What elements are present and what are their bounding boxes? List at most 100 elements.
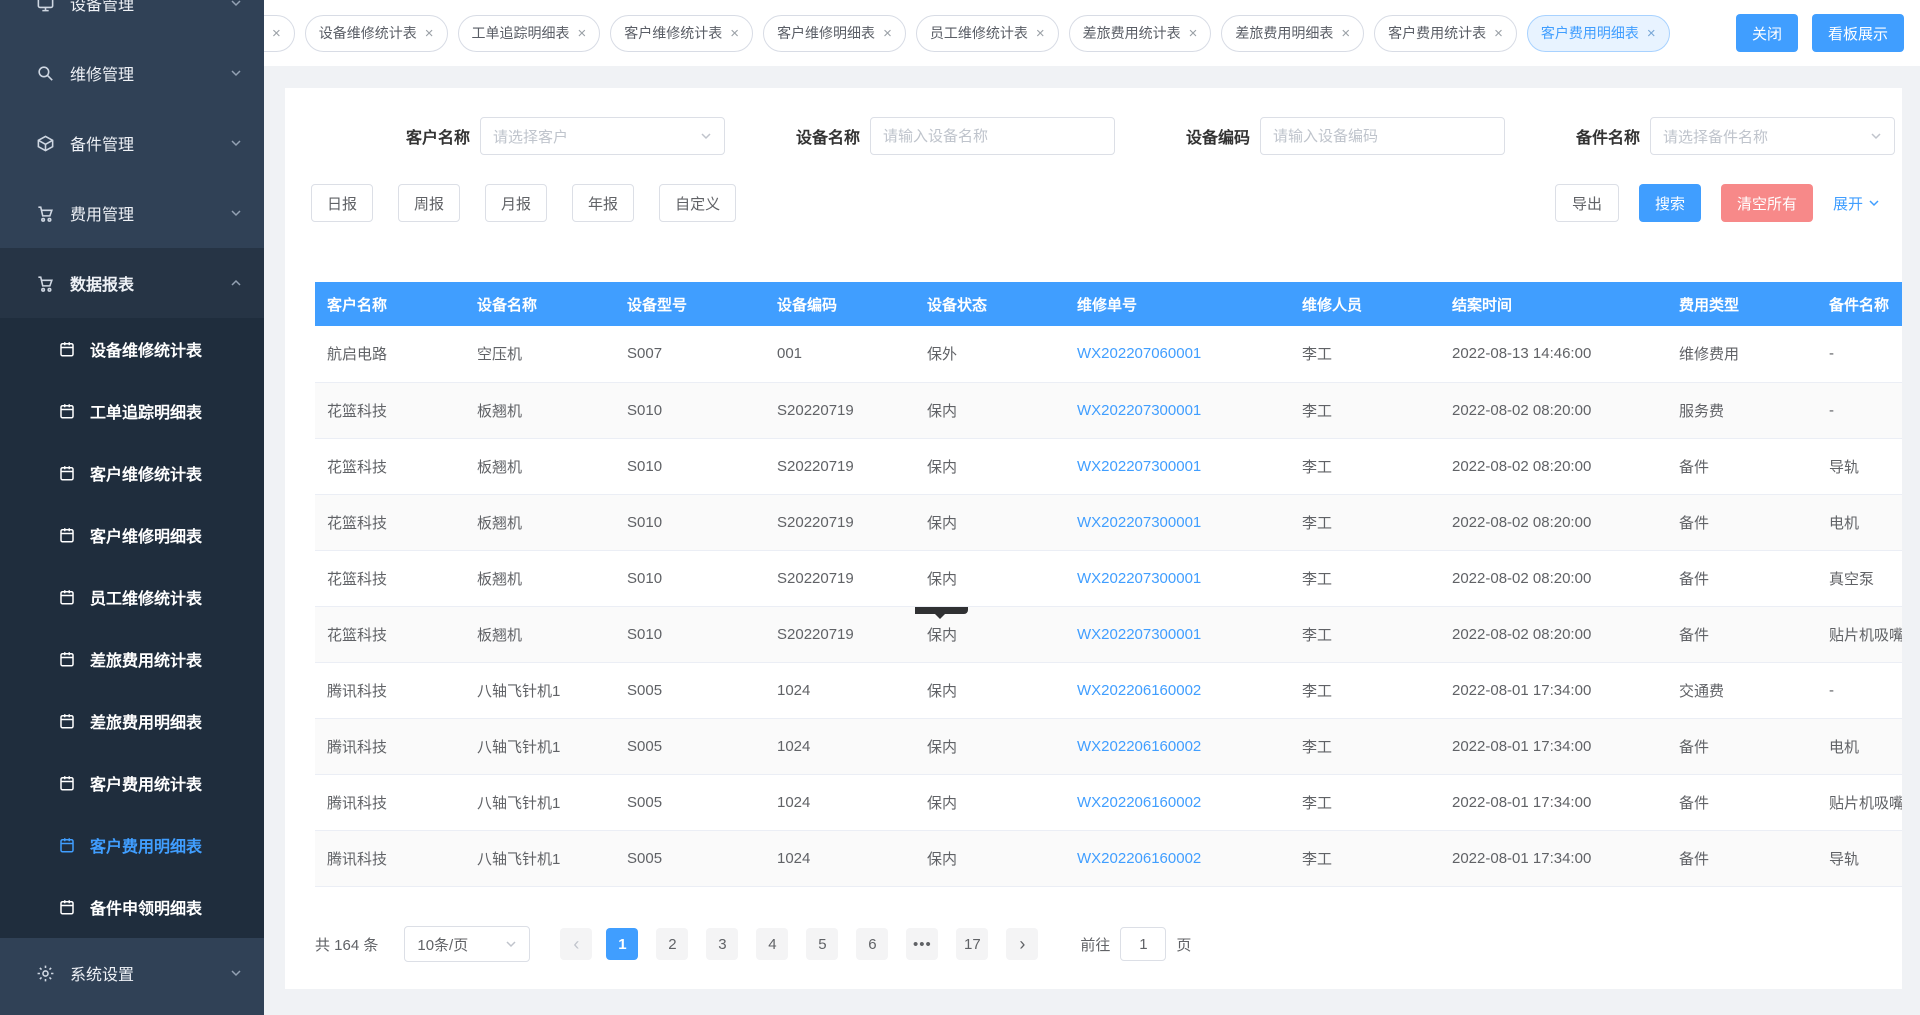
tab-label: 差旅费用统计表	[1083, 23, 1181, 43]
table-row: 腾讯科技八轴飞针机1S0051024保内WX202206160002李工2022…	[315, 774, 1902, 830]
page-button[interactable]: 5	[806, 928, 838, 960]
work-order-link[interactable]: WX202207060001	[1077, 345, 1201, 362]
work-order-link[interactable]: WX202207300001	[1077, 570, 1201, 587]
table-cell: 花篮科技	[315, 494, 465, 550]
work-order-link[interactable]: WX202207300001	[1077, 402, 1201, 419]
table-cell: WX202206160002	[1065, 774, 1290, 830]
sidebar-submenu-item[interactable]: 客户维修统计表	[0, 442, 264, 504]
goto-page-input[interactable]	[1120, 927, 1166, 961]
sidebar-item-settings[interactable]: 系统设置	[0, 938, 264, 1008]
sidebar-item-parts-mgmt[interactable]: 备件管理	[0, 108, 264, 178]
sidebar-item-label: 数据报表	[70, 271, 230, 295]
work-order-link[interactable]: WX202207300001	[1077, 626, 1201, 643]
board-display-button[interactable]: 看板展示	[1812, 14, 1904, 52]
part-name-select[interactable]: 请选择备件名称	[1650, 117, 1895, 155]
next-page-button[interactable]: ›	[1006, 928, 1038, 960]
page-button[interactable]: 1	[606, 928, 638, 960]
page-button[interactable]: 17	[956, 928, 988, 960]
period-button[interactable]: 月报	[485, 184, 547, 222]
page-button[interactable]: 3	[706, 928, 738, 960]
device-name-input[interactable]	[870, 117, 1115, 155]
tab[interactable]: 差旅费用明细表×	[1221, 15, 1364, 52]
period-button[interactable]: 周报	[398, 184, 460, 222]
work-order-link[interactable]: WX202206160002	[1077, 794, 1201, 811]
table-cell: WX202207300001	[1065, 550, 1290, 606]
more-pages-button[interactable]: •••	[906, 928, 938, 960]
export-button[interactable]: 导出	[1555, 184, 1619, 222]
column-header: 备件名称	[1817, 282, 1902, 326]
goto-label: 前往	[1080, 934, 1110, 955]
period-button[interactable]: 日报	[311, 184, 373, 222]
tab[interactable]: 工单追踪明细表×	[458, 15, 601, 52]
gear-icon	[34, 962, 56, 984]
calendar-icon	[58, 711, 78, 731]
chevron-up-icon	[230, 277, 242, 289]
tab-partial[interactable]: 用 ×	[264, 15, 295, 52]
close-icon[interactable]: ×	[1189, 26, 1198, 41]
table-cell: S20220719	[765, 494, 915, 550]
sidebar-submenu-item[interactable]: 差旅费用明细表	[0, 690, 264, 752]
sidebar-item-data-reports[interactable]: 数据报表	[0, 248, 264, 318]
tab[interactable]: 差旅费用统计表 ×	[1069, 15, 1212, 52]
calendar-icon	[58, 339, 78, 359]
sidebar-submenu-item[interactable]: 差旅费用统计表	[0, 628, 264, 690]
tab[interactable]: 客户维修统计表×	[610, 15, 753, 52]
table-cell: S005	[615, 774, 765, 830]
table-cell: 备件	[1667, 494, 1817, 550]
table-row: 腾讯科技八轴飞针机1S0051024保内WX202206160002李工2022…	[315, 830, 1902, 886]
submenu-item-label: 备件申领明细表	[90, 895, 202, 919]
device-code-input[interactable]	[1260, 117, 1505, 155]
close-icon[interactable]: ×	[578, 26, 587, 41]
period-button[interactable]: 年报	[572, 184, 634, 222]
sidebar-submenu-item[interactable]: 员工维修统计表	[0, 566, 264, 628]
page-size-select[interactable]: 10条/页	[404, 926, 530, 962]
tab[interactable]: 客户维修明细表×	[763, 15, 906, 52]
cart-icon	[34, 202, 56, 224]
close-icon[interactable]: ×	[425, 26, 434, 41]
close-icon[interactable]: ×	[1341, 26, 1350, 41]
tab[interactable]: 客户费用明细表×	[1527, 15, 1670, 52]
close-icon[interactable]: ×	[730, 26, 739, 41]
table-cell: 花篮科技	[315, 550, 465, 606]
clear-all-button[interactable]: 清空所有	[1721, 184, 1813, 222]
table-cell: WX202207300001	[1065, 438, 1290, 494]
close-icon[interactable]: ×	[1036, 26, 1045, 41]
customer-select[interactable]: 请选择客户	[480, 117, 725, 155]
table-cell: 板翘机	[465, 606, 615, 662]
table-cell: 备件	[1667, 830, 1817, 886]
sidebar-submenu-item[interactable]: 客户费用明细表	[0, 814, 264, 876]
page-button[interactable]: 6	[856, 928, 888, 960]
close-icon[interactable]: ×	[272, 26, 281, 41]
search-button[interactable]: 搜索	[1639, 184, 1701, 222]
table-cell: S20220719	[765, 382, 915, 438]
close-icon[interactable]: ×	[1494, 26, 1503, 41]
work-order-link[interactable]: WX202206160002	[1077, 850, 1201, 867]
sidebar-submenu-item[interactable]: 客户费用统计表	[0, 752, 264, 814]
sidebar-submenu-item[interactable]: 客户维修明细表	[0, 504, 264, 566]
chevron-down-icon	[230, 967, 242, 979]
tab[interactable]: 客户费用统计表×	[1374, 15, 1517, 52]
tab[interactable]: 设备维修统计表×	[305, 15, 448, 52]
table-header-row: 客户名称设备名称设备型号设备编码设备状态维修单号维修人员结案时间费用类型备件名称	[315, 282, 1902, 326]
table-cell: WX202206160002	[1065, 830, 1290, 886]
work-order-link[interactable]: WX202206160002	[1077, 738, 1201, 755]
prev-page-button[interactable]: ‹	[560, 928, 592, 960]
page-button[interactable]: 2	[656, 928, 688, 960]
period-button[interactable]: 自定义	[659, 184, 736, 222]
expand-toggle[interactable]: 展开	[1833, 193, 1880, 214]
sidebar-submenu-item[interactable]: 备件申领明细表	[0, 876, 264, 938]
sidebar-submenu-item[interactable]: 设备维修统计表	[0, 318, 264, 380]
work-order-link[interactable]: WX202207300001	[1077, 514, 1201, 531]
work-order-link[interactable]: WX202207300001	[1077, 458, 1201, 475]
close-icon[interactable]: ×	[883, 26, 892, 41]
period-row: 日报周报月报年报自定义 导出 搜索 清空所有 展开	[285, 184, 1902, 224]
sidebar-item-device-mgmt[interactable]: 设备管理	[0, 0, 264, 38]
sidebar-item-cost-mgmt[interactable]: 费用管理	[0, 178, 264, 248]
tab[interactable]: 员工维修统计表×	[916, 15, 1059, 52]
sidebar-submenu-item[interactable]: 工单追踪明细表	[0, 380, 264, 442]
work-order-link[interactable]: WX202206160002	[1077, 682, 1201, 699]
page-button[interactable]: 4	[756, 928, 788, 960]
sidebar-item-repair-mgmt[interactable]: 维修管理	[0, 38, 264, 108]
close-icon[interactable]: ×	[1647, 26, 1656, 41]
close-tabs-button[interactable]: 关闭	[1736, 14, 1798, 52]
